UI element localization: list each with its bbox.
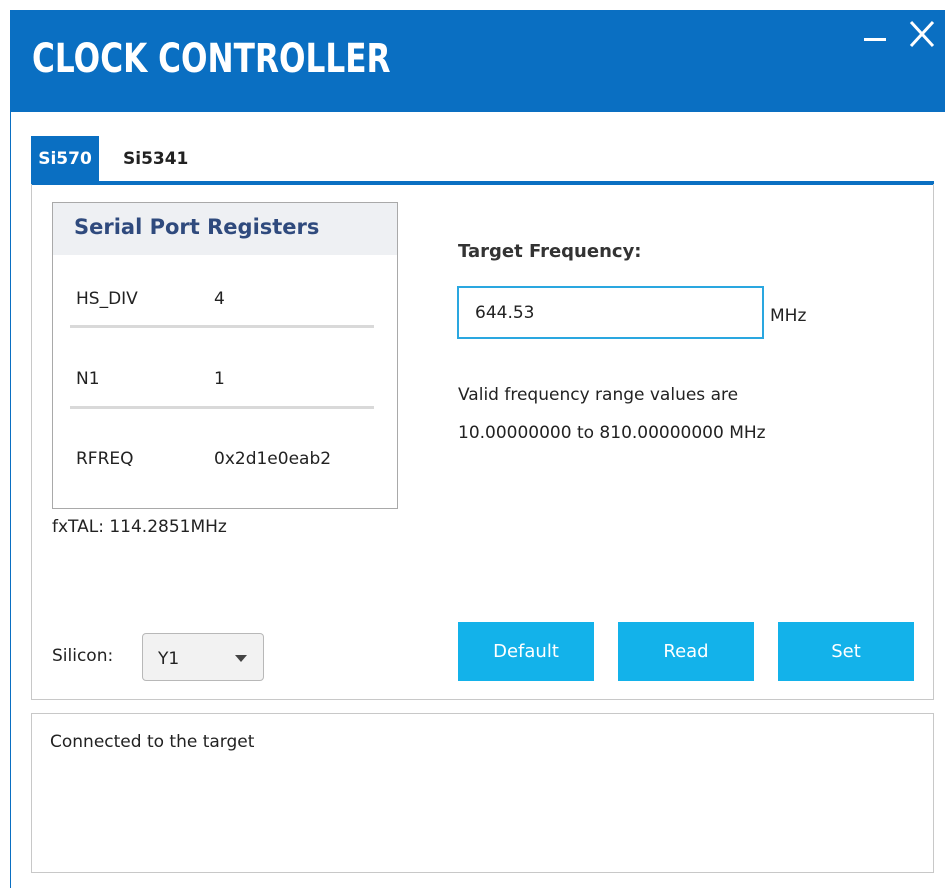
status-message: Connected to the target [50,732,255,752]
register-value: 4 [214,289,225,309]
title-bar: CLOCK CONTROLLER [10,10,945,112]
register-value: 1 [214,369,225,389]
target-frequency-label: Target Frequency: [458,241,642,262]
register-name: HS_DIV [76,289,138,309]
valid-range-line-2: 10.00000000 to 810.00000000 MHz [458,423,766,443]
serial-port-registers-panel: Serial Port Registers HS_DIV 4 N1 1 RFRE… [52,202,398,509]
silicon-dropdown[interactable]: Y1 [142,633,264,681]
fxtal-label: fxTAL: 114.2851MHz [52,517,227,537]
register-name: N1 [76,369,100,389]
app-title: CLOCK CONTROLLER [32,36,391,82]
close-icon[interactable] [907,16,937,52]
silicon-label: Silicon: [52,646,114,666]
register-divider [70,325,374,328]
registers-header: Serial Port Registers [53,203,397,255]
registers-title: Serial Port Registers [74,215,320,239]
register-name: RFREQ [76,449,134,469]
valid-range-line-1: Valid frequency range values are [458,385,739,405]
register-value: 0x2d1e0eab2 [214,449,332,469]
tab-si570[interactable]: Si570 [31,136,99,182]
register-row-hs-div: HS_DIV 4 [53,281,397,321]
window-border [10,112,11,888]
status-log: Connected to the target [31,713,934,873]
read-button[interactable]: Read [618,622,754,681]
register-row-rfreq: RFREQ 0x2d1e0eab2 [53,441,397,481]
set-button[interactable]: Set [778,622,914,681]
frequency-unit-label: MHz [770,306,807,326]
tab-si5341[interactable]: Si5341 [123,136,188,182]
default-button[interactable]: Default [458,622,594,681]
valid-range-text: Valid frequency range values are 10.0000… [458,376,918,452]
register-row-n1: N1 1 [53,361,397,401]
chevron-down-icon [235,655,247,662]
silicon-selected-value: Y1 [158,649,180,669]
minimize-icon[interactable] [860,16,890,52]
target-frequency-input[interactable] [457,286,764,339]
register-divider [70,406,374,409]
